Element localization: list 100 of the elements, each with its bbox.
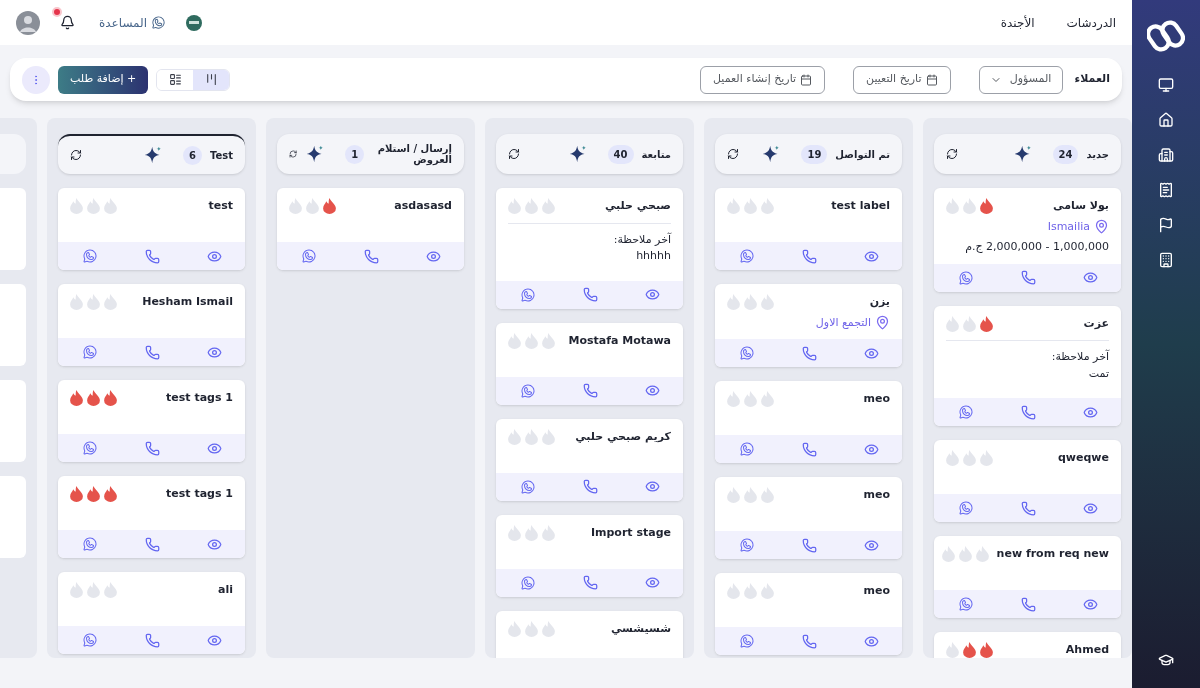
whatsapp-icon[interactable] (957, 269, 974, 286)
whatsapp-icon[interactable] (519, 574, 536, 591)
whatsapp-icon[interactable] (738, 345, 755, 361)
building-icon[interactable] (1158, 147, 1174, 163)
round-flag-icon[interactable] (186, 14, 203, 31)
view-icon[interactable] (1082, 404, 1098, 420)
phone-icon[interactable] (582, 479, 598, 494)
notification-bell-icon[interactable] (60, 15, 75, 30)
view-icon[interactable] (863, 633, 879, 649)
view-icon[interactable] (863, 537, 879, 553)
view-icon[interactable] (644, 479, 660, 494)
lead-card[interactable]: كريم صبحي حلبي (496, 418, 683, 501)
lead-card[interactable]: test tags 1 (58, 476, 245, 558)
lead-card[interactable]: meo (715, 477, 902, 559)
sparkle-icon[interactable] (143, 145, 163, 165)
refresh-icon[interactable] (508, 148, 520, 160)
lead-card[interactable]: test label (715, 188, 902, 270)
whatsapp-icon[interactable] (81, 632, 98, 648)
whatsapp-icon[interactable] (957, 500, 974, 516)
view-icon[interactable] (206, 344, 222, 360)
sparkle-icon[interactable] (761, 144, 782, 164)
phone-icon[interactable] (1020, 404, 1036, 420)
view-icon[interactable] (1082, 500, 1098, 516)
lead-card[interactable]: Hesham Ismail (58, 284, 245, 366)
lead-card[interactable]: meo (715, 381, 902, 463)
receipt-icon[interactable] (1158, 182, 1174, 198)
flag-icon[interactable] (1158, 217, 1174, 233)
phone-icon[interactable] (1020, 270, 1036, 285)
phone-icon[interactable] (801, 345, 817, 361)
whatsapp-icon[interactable] (519, 286, 536, 303)
whatsapp-icon[interactable] (957, 596, 974, 612)
phone-icon[interactable] (801, 537, 817, 553)
phone-icon[interactable] (582, 575, 598, 590)
lead-card[interactable]: new from req new (934, 536, 1121, 618)
phone-icon[interactable] (1020, 500, 1036, 516)
whatsapp-icon[interactable] (300, 248, 317, 264)
phone-icon[interactable] (144, 440, 160, 456)
phone-icon[interactable] (144, 344, 160, 360)
lead-card[interactable]: test (58, 188, 245, 270)
view-icon[interactable] (425, 248, 441, 264)
lead-card[interactable]: عزت آخر ملاحظة: تمت (934, 305, 1121, 426)
lead-card[interactable]: Import stage (496, 514, 683, 597)
view-icon[interactable] (1082, 270, 1098, 285)
phone-icon[interactable] (144, 632, 160, 648)
graduation-cap-icon[interactable] (1158, 652, 1174, 668)
view-icon[interactable] (206, 632, 222, 648)
lead-card[interactable]: meo (715, 573, 902, 655)
view-icon[interactable] (863, 441, 879, 457)
lead-card[interactable]: asdasasd (277, 188, 464, 270)
phone-icon[interactable] (363, 248, 379, 264)
view-icon[interactable] (206, 536, 222, 552)
date-filter-button[interactable]: تاريخ إنشاء العميل (700, 65, 826, 94)
lead-card[interactable]: ali (58, 572, 245, 654)
lead-card[interactable]: شسيشسي (496, 610, 683, 658)
lead-card[interactable]: test tags 1 (58, 380, 245, 462)
view-icon[interactable] (644, 575, 660, 590)
refresh-icon[interactable] (727, 148, 739, 160)
phone-icon[interactable] (1020, 596, 1036, 612)
phone-icon[interactable] (801, 441, 817, 457)
view-icon[interactable] (206, 248, 222, 264)
whatsapp-icon[interactable] (738, 537, 755, 553)
home-icon[interactable] (1158, 112, 1174, 128)
phone-icon[interactable] (582, 287, 598, 302)
sparkle-icon[interactable] (305, 144, 326, 164)
refresh-icon[interactable] (946, 148, 958, 160)
add-request-button[interactable]: + إضافة طلب (58, 65, 149, 94)
whatsapp-icon[interactable] (81, 440, 98, 456)
view-icon[interactable] (863, 345, 879, 361)
whatsapp-icon[interactable] (519, 478, 536, 495)
office-icon[interactable] (1158, 252, 1174, 268)
nav-link[interactable]: الدردشات (1066, 13, 1116, 32)
lead-card[interactable]: Mostafa Motawa (496, 322, 683, 405)
view-icon[interactable] (206, 440, 222, 456)
kanban-view-button[interactable] (193, 69, 230, 90)
whatsapp-icon[interactable] (519, 382, 536, 399)
lead-card[interactable]: Ahmed (934, 632, 1121, 658)
phone-icon[interactable] (801, 248, 817, 264)
view-icon[interactable] (863, 248, 879, 264)
whatsapp-icon[interactable] (738, 248, 755, 264)
phone-icon[interactable] (801, 633, 817, 649)
avatar[interactable] (16, 10, 40, 35)
lead-card[interactable]: qweqwe (934, 440, 1121, 522)
phone-icon[interactable] (144, 248, 160, 264)
phone-icon[interactable] (144, 536, 160, 552)
date-filter-button[interactable]: تاريخ التعيين (853, 65, 951, 94)
phone-icon[interactable] (582, 383, 598, 398)
nav-link[interactable]: الأجندة (1000, 13, 1035, 32)
help-link[interactable]: المساعدة (99, 13, 167, 32)
view-icon[interactable] (644, 287, 660, 302)
lead-card[interactable]: يزن التجمع الاول (715, 284, 902, 367)
whatsapp-icon[interactable] (81, 344, 98, 360)
refresh-icon[interactable] (70, 149, 82, 161)
whatsapp-icon[interactable] (81, 536, 98, 552)
whatsapp-icon[interactable] (957, 404, 974, 420)
owner-dropdown[interactable]: المسؤول (978, 65, 1063, 94)
monitor-icon[interactable] (1158, 77, 1174, 93)
whatsapp-icon[interactable] (738, 441, 755, 457)
whatsapp-icon[interactable] (738, 633, 755, 649)
view-icon[interactable] (1082, 596, 1098, 612)
whatsapp-icon[interactable] (81, 248, 98, 264)
